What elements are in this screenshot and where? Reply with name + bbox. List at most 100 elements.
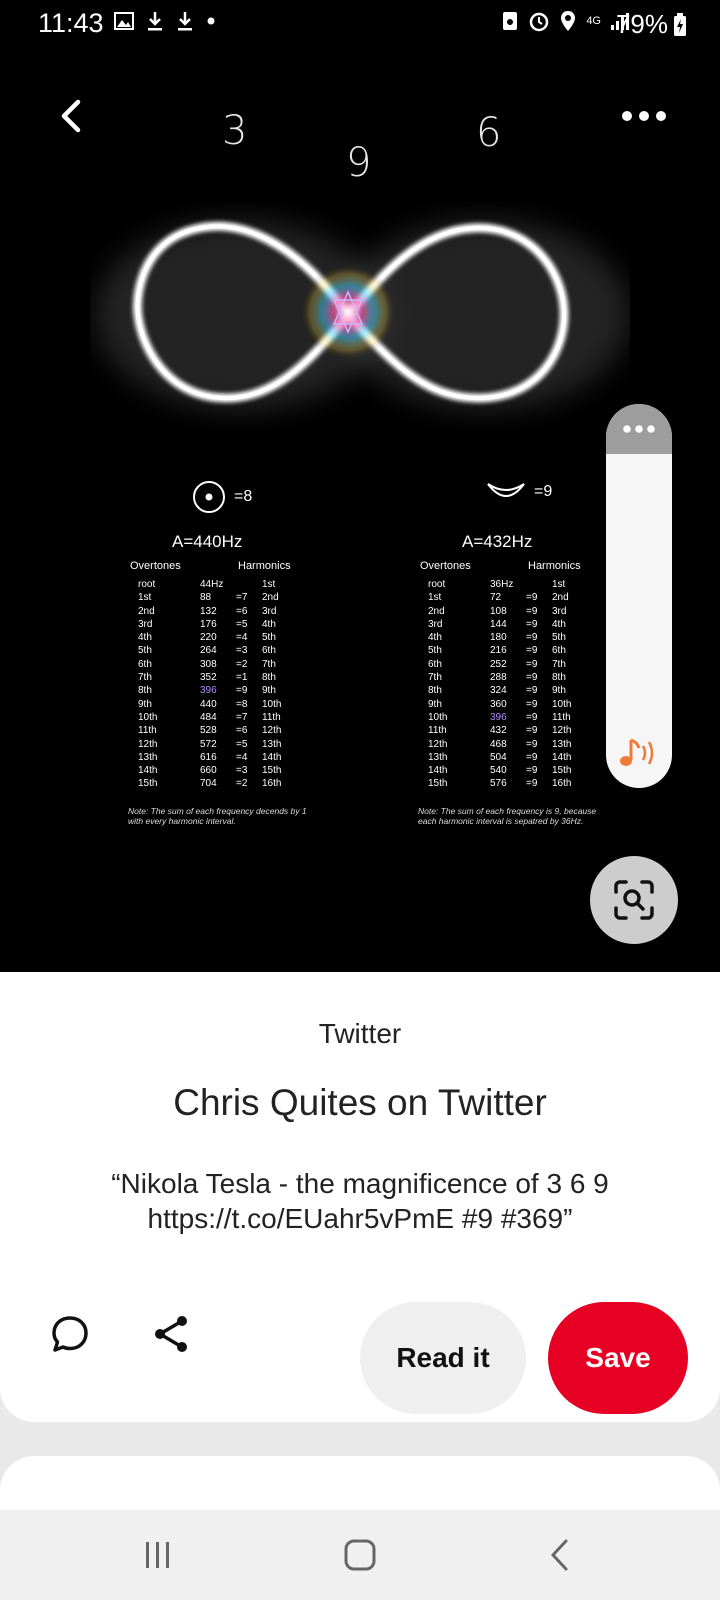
table-row: 9th 440 =8 10th	[138, 698, 313, 711]
table-rows: root 36Hz 1st 1st 72 =9 2nd 2nd 108 =9 3rd 3rd 144 =9…	[428, 578, 614, 791]
overtone-cell: 5th	[428, 645, 442, 657]
harmonic-cell: 9th	[552, 685, 566, 697]
harmonic-cell: 13th	[552, 738, 572, 750]
back-icon	[61, 99, 81, 133]
sum-cell: =9	[236, 685, 248, 697]
table-row: 11th 432 =9 12th	[428, 724, 614, 737]
number-three: 3	[222, 108, 248, 154]
table-row: 15th 704 =2 16th	[138, 777, 313, 790]
harmonic-cell: 10th	[262, 698, 282, 710]
save-button[interactable]: Save	[548, 1302, 688, 1414]
sum-cell: =4	[236, 632, 248, 644]
frequency-cell: 216	[490, 645, 507, 657]
overtone-cell: 15th	[428, 778, 448, 790]
next-card	[0, 1456, 720, 1516]
overtone-cell: 1st	[138, 592, 152, 604]
frequency-cell: 36Hz	[490, 579, 514, 590]
sum-cell: =9	[526, 685, 538, 697]
table-row: 14th 540 =9 15th	[428, 764, 614, 777]
sum-cell: =9	[526, 711, 538, 723]
share-button[interactable]	[148, 1310, 196, 1358]
sum-cell: =6	[236, 605, 248, 617]
harmonic-cell: 6th	[262, 645, 276, 657]
harmonic-cell: 13th	[262, 738, 282, 750]
frequency-cell: 288	[490, 672, 507, 684]
volume-panel[interactable]	[606, 404, 672, 788]
chevron-left-icon	[550, 1539, 568, 1571]
back-button[interactable]	[48, 92, 96, 140]
sum-cell: =9	[526, 698, 538, 710]
overtones-header: Overtones	[420, 560, 471, 572]
harmonic-cell: 4th	[262, 618, 276, 630]
table-row: root 44Hz 1st	[138, 578, 313, 591]
volume-options-button[interactable]	[606, 404, 672, 454]
harmonic-cell: 1st	[552, 579, 566, 590]
harmonics-header: Harmonics	[238, 560, 291, 572]
table-row: 2nd 108 =9 3rd	[428, 605, 614, 618]
sum-cell: =5	[236, 738, 248, 750]
frequency-cell: 44Hz	[200, 579, 224, 590]
frequency-cell: 252	[490, 658, 507, 670]
harmonic-cell: 6th	[552, 645, 566, 657]
sound-button[interactable]	[616, 734, 662, 774]
harmonic-cell: 12th	[552, 725, 572, 737]
harmonic-cell: 5th	[262, 632, 276, 644]
overtone-cell: 12th	[428, 738, 448, 750]
sum-cell: =4	[236, 751, 248, 763]
overtone-cell: 4th	[138, 632, 152, 644]
home-button[interactable]	[330, 1530, 390, 1580]
harmonic-cell: 7th	[552, 658, 566, 670]
frequency-cell: 396	[200, 685, 217, 697]
harmonic-cell: 15th	[552, 765, 572, 777]
harmonics-header: Harmonics	[528, 560, 581, 572]
frequency-cell: 540	[490, 765, 507, 777]
frequency-cell: 440	[200, 698, 217, 710]
table-row: root 36Hz 1st	[428, 578, 614, 591]
table-row: 7th 352 =1 8th	[138, 671, 313, 684]
more-icon	[622, 111, 666, 121]
read-it-button[interactable]: Read it	[360, 1302, 526, 1414]
table-row: 9th 360 =9 10th	[428, 698, 614, 711]
table-rows: root 44Hz 1st 1st 88 =7 2nd 2nd 132 =6 3rd 3rd 176 =5…	[138, 578, 313, 791]
nav-back-button[interactable]	[530, 1530, 590, 1580]
overtones-header: Overtones	[130, 560, 181, 572]
overtone-cell: root	[428, 579, 446, 590]
table-row: 1st 72 =9 2nd	[428, 591, 614, 604]
status-bar: 11:43 4G 79%	[0, 0, 720, 46]
table-row: 3rd 176 =5 4th	[138, 618, 313, 631]
table-row: 8th 324 =9 9th	[428, 684, 614, 697]
harmonic-cell: 16th	[262, 778, 282, 790]
frequency-cell: 576	[490, 778, 507, 790]
frequency-cell: 108	[490, 605, 507, 617]
status-time: 11:43	[38, 8, 104, 38]
sum-cell: =9	[526, 738, 538, 750]
sum-cell: =3	[236, 765, 248, 777]
frequency-cell: 572	[200, 738, 217, 750]
harmonic-cell: 10th	[552, 698, 572, 710]
harmonic-cell: 12th	[262, 725, 282, 737]
overtone-cell: 10th	[428, 711, 448, 723]
pin-title: Chris Quites on Twitter	[173, 1082, 547, 1123]
crescent-icon	[487, 483, 525, 497]
table-row: 4th 180 =9 5th	[428, 631, 614, 644]
more-options-button[interactable]	[614, 96, 674, 136]
comment-button[interactable]	[46, 1310, 94, 1358]
overtone-cell: 3rd	[138, 618, 153, 630]
frequency-cell: 504	[490, 751, 507, 763]
pin-image[interactable]: 11:43 4G 79% 3 9 6 =8 A=440Hz Overtones …	[0, 0, 720, 1000]
sum-cell: =9	[526, 672, 538, 684]
harmonic-cell: 11th	[262, 711, 281, 723]
recents-button[interactable]	[128, 1530, 188, 1580]
pin-source[interactable]: Twitter	[0, 1018, 720, 1050]
visual-search-button[interactable]	[590, 856, 678, 944]
sum-cell: =9	[526, 618, 538, 630]
frequency-cell: 180	[490, 632, 507, 644]
sum-cell: =5	[236, 618, 248, 630]
table-row: 6th 252 =9 7th	[428, 658, 614, 671]
harmonic-cell: 8th	[262, 672, 276, 684]
harmonic-cell: 3rd	[262, 605, 277, 617]
more-icon	[623, 425, 655, 433]
harmonic-cell: 15th	[262, 765, 282, 777]
sum-cell: =9	[526, 658, 538, 670]
download-icon	[148, 12, 162, 31]
